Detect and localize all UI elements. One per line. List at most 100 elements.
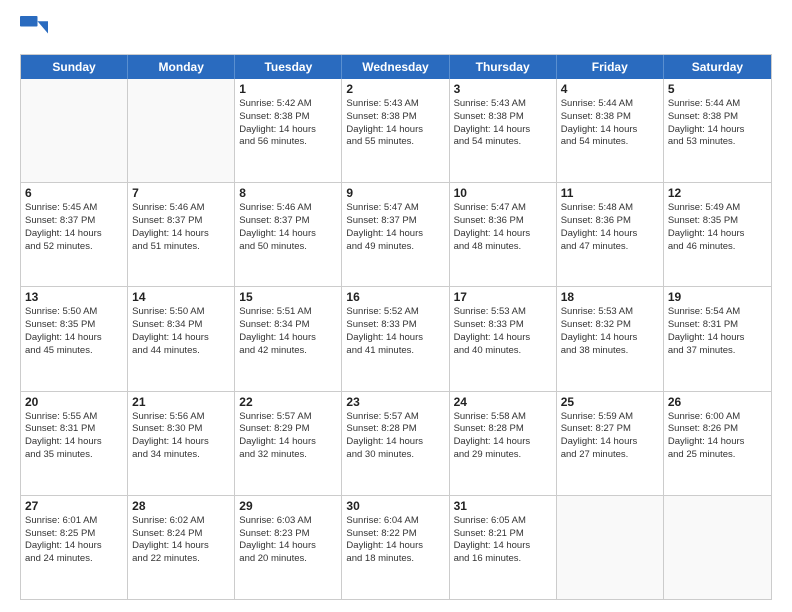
cell-info-line: Sunset: 8:29 PM [239, 423, 337, 436]
cell-info-line: Sunset: 8:23 PM [239, 528, 337, 541]
cell-info-line: Sunset: 8:38 PM [346, 111, 444, 124]
cell-info-line: Sunrise: 5:42 AM [239, 98, 337, 111]
cell-info-line: and 55 minutes. [346, 136, 444, 149]
calendar-cell: 24Sunrise: 5:58 AMSunset: 8:28 PMDayligh… [450, 392, 557, 495]
cell-info-line: and 29 minutes. [454, 449, 552, 462]
cell-info-line: Sunrise: 5:53 AM [454, 306, 552, 319]
cell-info-line: and 54 minutes. [561, 136, 659, 149]
cell-info-line: Daylight: 14 hours [239, 332, 337, 345]
cell-info-line: Sunrise: 5:57 AM [346, 411, 444, 424]
day-of-week-header: Thursday [450, 55, 557, 79]
day-number: 9 [346, 186, 444, 200]
day-number: 11 [561, 186, 659, 200]
cell-info-line: and 32 minutes. [239, 449, 337, 462]
calendar-cell: 15Sunrise: 5:51 AMSunset: 8:34 PMDayligh… [235, 287, 342, 390]
day-number: 7 [132, 186, 230, 200]
logo [20, 16, 52, 44]
day-number: 23 [346, 395, 444, 409]
calendar-cell: 16Sunrise: 5:52 AMSunset: 8:33 PMDayligh… [342, 287, 449, 390]
cell-info-line: Daylight: 14 hours [561, 332, 659, 345]
day-number: 15 [239, 290, 337, 304]
cell-info-line: and 49 minutes. [346, 241, 444, 254]
calendar-cell [557, 496, 664, 599]
cell-info-line: Sunrise: 5:43 AM [454, 98, 552, 111]
calendar-cell: 6Sunrise: 5:45 AMSunset: 8:37 PMDaylight… [21, 183, 128, 286]
cell-info-line: Daylight: 14 hours [668, 124, 767, 137]
cell-info-line: Sunset: 8:30 PM [132, 423, 230, 436]
cell-info-line: and 45 minutes. [25, 345, 123, 358]
cell-info-line: Sunset: 8:28 PM [454, 423, 552, 436]
day-number: 4 [561, 82, 659, 96]
calendar-header: SundayMondayTuesdayWednesdayThursdayFrid… [21, 55, 771, 79]
calendar-cell: 1Sunrise: 5:42 AMSunset: 8:38 PMDaylight… [235, 79, 342, 182]
day-number: 6 [25, 186, 123, 200]
cell-info-line: and 53 minutes. [668, 136, 767, 149]
cell-info-line: Sunrise: 6:00 AM [668, 411, 767, 424]
cell-info-line: and 22 minutes. [132, 553, 230, 566]
cell-info-line: Daylight: 14 hours [668, 436, 767, 449]
cell-info-line: Sunset: 8:37 PM [25, 215, 123, 228]
cell-info-line: and 25 minutes. [668, 449, 767, 462]
day-number: 14 [132, 290, 230, 304]
cell-info-line: Sunrise: 5:52 AM [346, 306, 444, 319]
day-of-week-header: Monday [128, 55, 235, 79]
cell-info-line: Daylight: 14 hours [346, 436, 444, 449]
cell-info-line: and 42 minutes. [239, 345, 337, 358]
cell-info-line: and 46 minutes. [668, 241, 767, 254]
cell-info-line: and 35 minutes. [25, 449, 123, 462]
cell-info-line: Sunrise: 5:45 AM [25, 202, 123, 215]
cell-info-line: and 48 minutes. [454, 241, 552, 254]
day-number: 12 [668, 186, 767, 200]
cell-info-line: Sunrise: 5:44 AM [561, 98, 659, 111]
cell-info-line: Sunrise: 5:53 AM [561, 306, 659, 319]
calendar-cell: 8Sunrise: 5:46 AMSunset: 8:37 PMDaylight… [235, 183, 342, 286]
day-number: 29 [239, 499, 337, 513]
cell-info-line: Sunrise: 5:48 AM [561, 202, 659, 215]
cell-info-line: Daylight: 14 hours [132, 540, 230, 553]
day-number: 16 [346, 290, 444, 304]
day-number: 8 [239, 186, 337, 200]
calendar-cell: 27Sunrise: 6:01 AMSunset: 8:25 PMDayligh… [21, 496, 128, 599]
cell-info-line: Sunset: 8:35 PM [668, 215, 767, 228]
calendar-cell: 19Sunrise: 5:54 AMSunset: 8:31 PMDayligh… [664, 287, 771, 390]
cell-info-line: Sunset: 8:28 PM [346, 423, 444, 436]
calendar-cell: 18Sunrise: 5:53 AMSunset: 8:32 PMDayligh… [557, 287, 664, 390]
calendar-week-row: 6 Sunrise: 5:45 AMSunset: 8:37 PM Daylight… [21, 182, 771, 286]
day-of-week-header: Saturday [664, 55, 771, 79]
day-number: 1 [239, 82, 337, 96]
calendar-cell: 3Sunrise: 5:43 AMSunset: 8:38 PMDaylight… [450, 79, 557, 182]
cell-info-line: Sunrise: 5:54 AM [668, 306, 767, 319]
calendar-cell: 13Sunrise: 5:50 AMSunset: 8:35 PMDayligh… [21, 287, 128, 390]
cell-info-line: and 37 minutes. [668, 345, 767, 358]
cell-info-line: Daylight: 14 hours [239, 436, 337, 449]
cell-info-line: Sunrise: 5:47 AM [454, 202, 552, 215]
cell-info-line: Sunset: 8:36 PM [454, 215, 552, 228]
cell-info-line: and 44 minutes. [132, 345, 230, 358]
cell-info-line: Daylight: 14 hours [668, 228, 767, 241]
cell-info-line: Daylight: 14 hours [132, 436, 230, 449]
calendar-cell [128, 79, 235, 182]
logo-icon [20, 16, 48, 44]
calendar-cell: 17Sunrise: 5:53 AMSunset: 8:33 PMDayligh… [450, 287, 557, 390]
calendar-cell: 22Sunrise: 5:57 AMSunset: 8:29 PMDayligh… [235, 392, 342, 495]
calendar-cell: 30Sunrise: 6:04 AMSunset: 8:22 PMDayligh… [342, 496, 449, 599]
cell-info-line: Daylight: 14 hours [454, 436, 552, 449]
day-number: 18 [561, 290, 659, 304]
cell-info-line: Daylight: 14 hours [239, 540, 337, 553]
day-of-week-header: Tuesday [235, 55, 342, 79]
day-number: 19 [668, 290, 767, 304]
cell-info-line: Daylight: 14 hours [346, 540, 444, 553]
cell-info-line: Sunrise: 5:56 AM [132, 411, 230, 424]
calendar-cell: 26Sunrise: 6:00 AMSunset: 8:26 PMDayligh… [664, 392, 771, 495]
cell-info-line: Daylight: 14 hours [454, 332, 552, 345]
calendar-cell: 11Sunrise: 5:48 AMSunset: 8:36 PMDayligh… [557, 183, 664, 286]
cell-info-line: Sunset: 8:31 PM [25, 423, 123, 436]
cell-info-line: Sunset: 8:27 PM [561, 423, 659, 436]
calendar-cell: 25Sunrise: 5:59 AMSunset: 8:27 PMDayligh… [557, 392, 664, 495]
cell-info-line: Daylight: 14 hours [346, 228, 444, 241]
cell-info-line: and 51 minutes. [132, 241, 230, 254]
calendar-cell: 21Sunrise: 5:56 AMSunset: 8:30 PMDayligh… [128, 392, 235, 495]
cell-info-line: Sunrise: 6:05 AM [454, 515, 552, 528]
cell-info-line: Daylight: 14 hours [25, 540, 123, 553]
day-number: 31 [454, 499, 552, 513]
